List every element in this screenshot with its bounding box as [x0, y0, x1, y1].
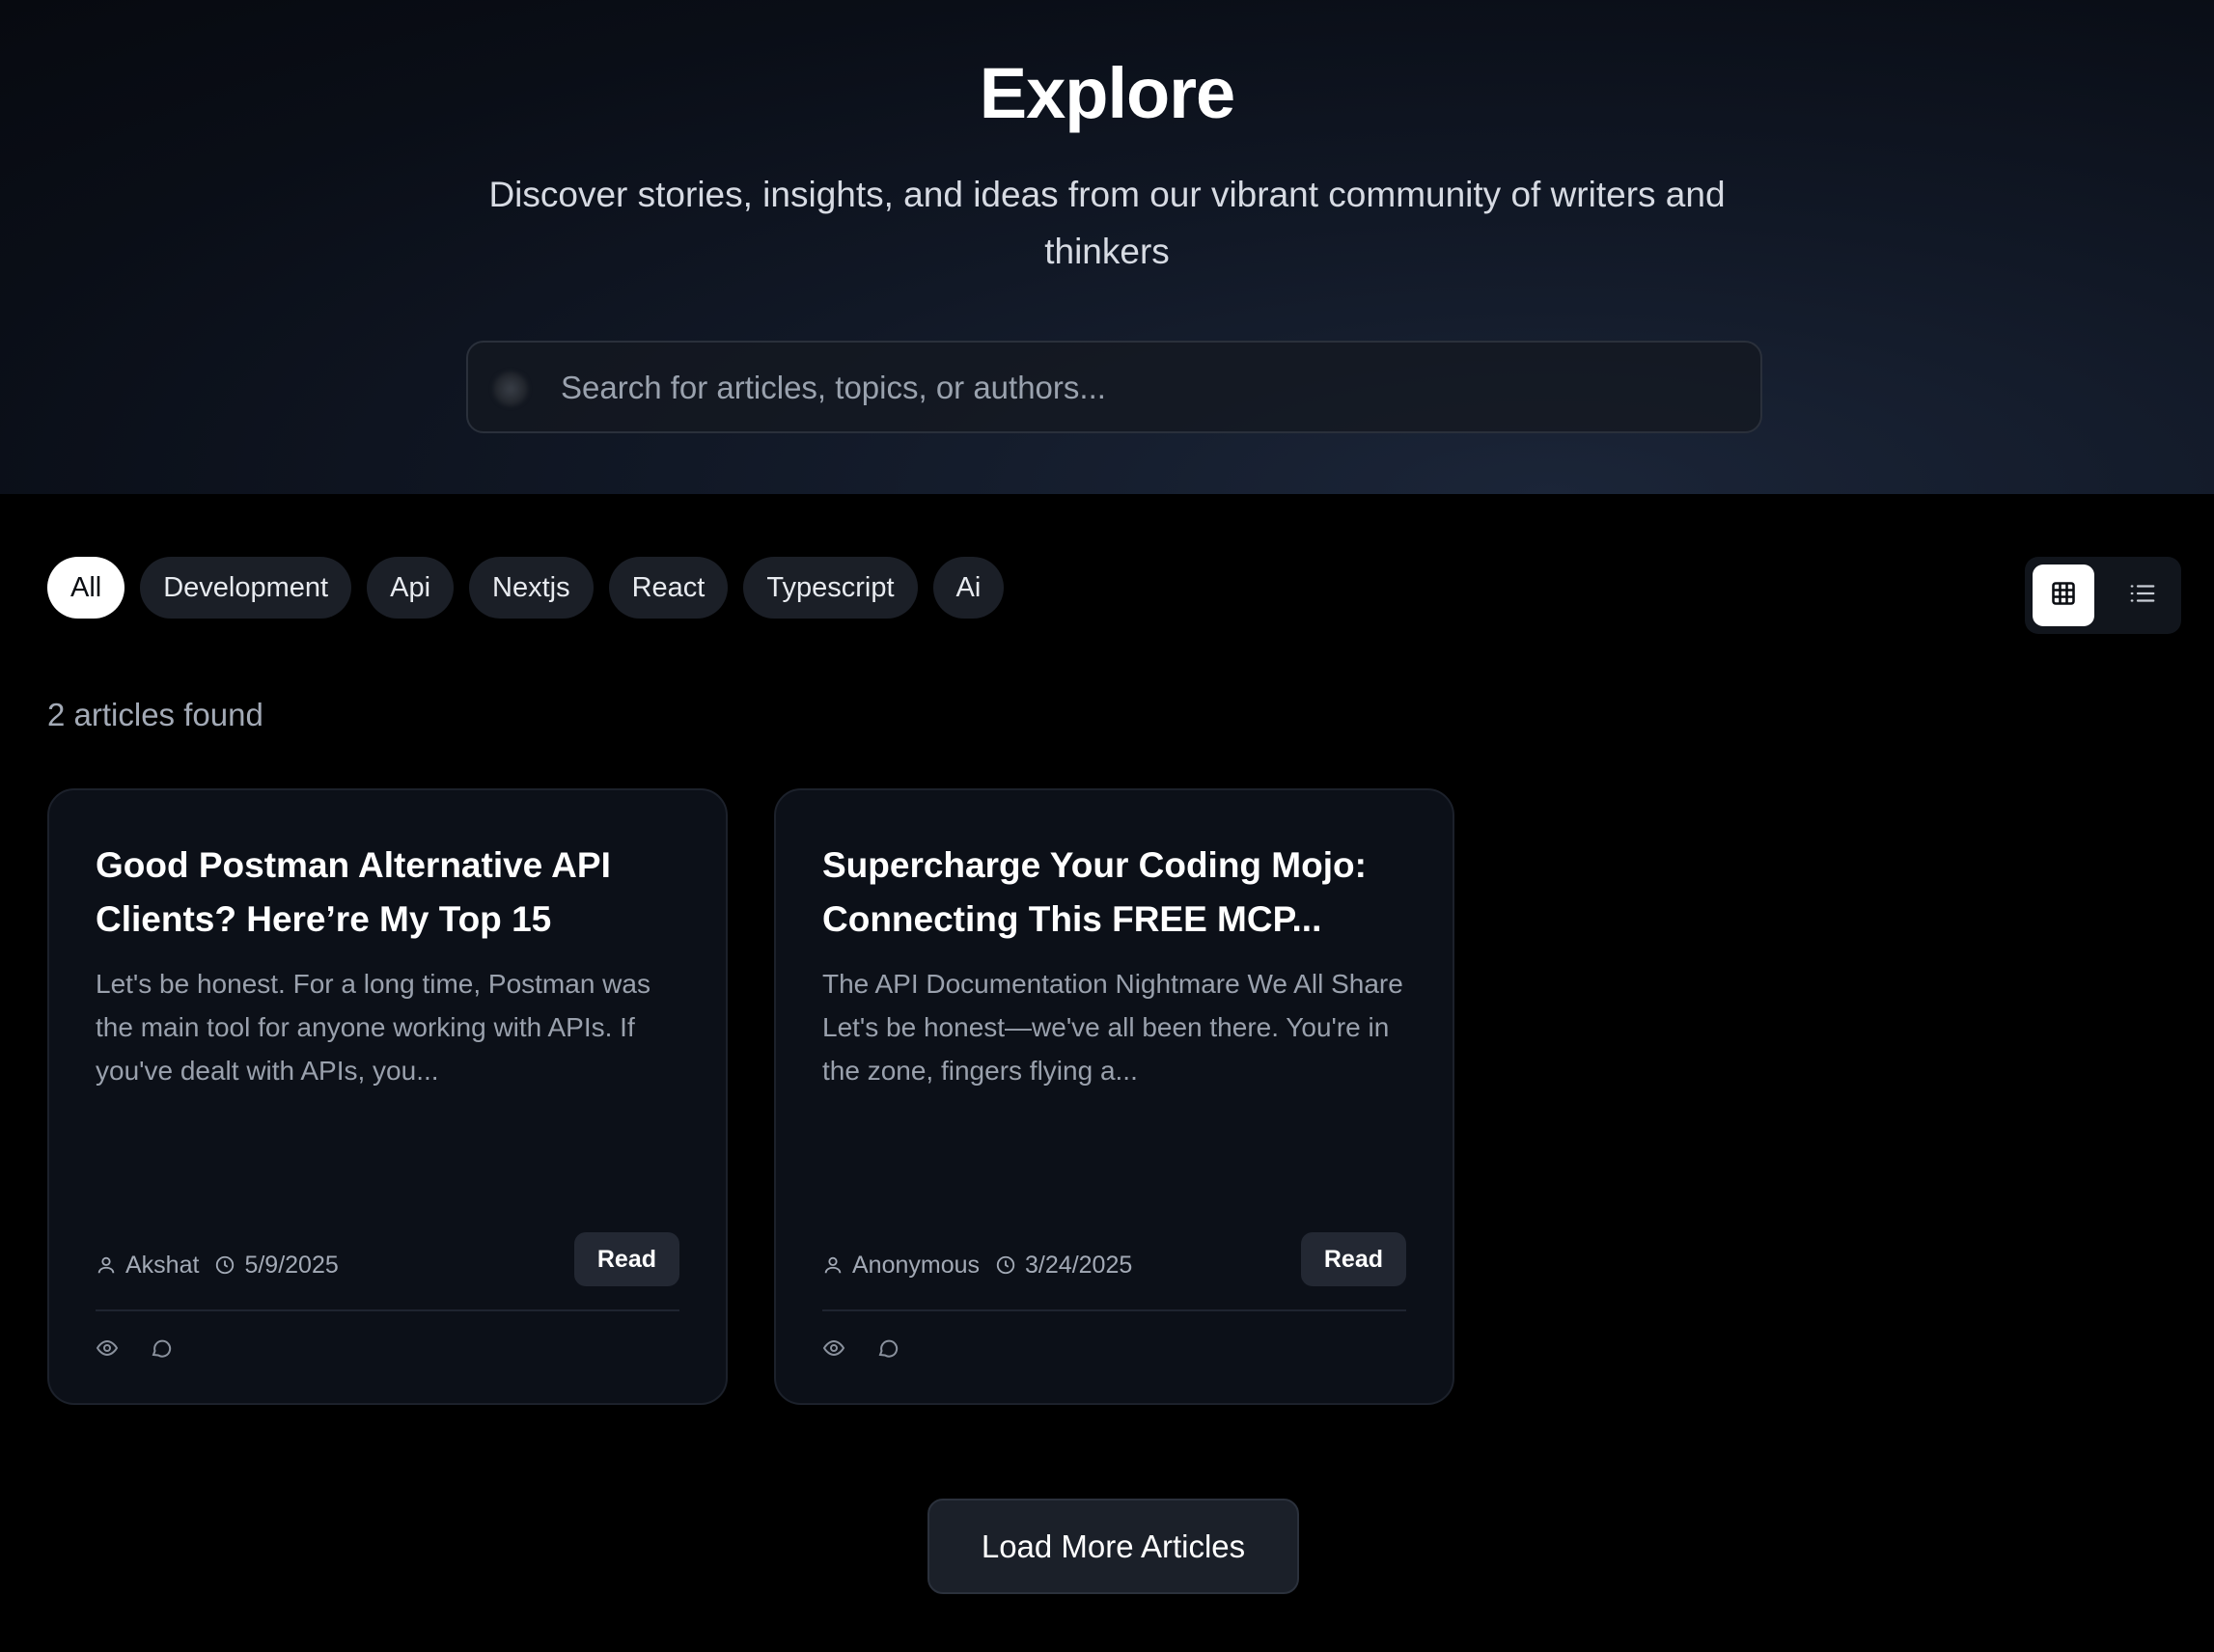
page-subtitle: Discover stories, insights, and ideas fr…	[488, 175, 1726, 271]
clock-icon	[214, 1254, 235, 1276]
filter-chip-api[interactable]: Api	[367, 557, 455, 619]
grid-icon	[2050, 580, 2077, 612]
article-excerpt: The API Documentation Nightmare We All S…	[822, 969, 1403, 1086]
category-filters: All Development Api Nextjs React Typescr…	[47, 557, 1005, 619]
filter-chip-development[interactable]: Development	[140, 557, 352, 619]
article-date: 5/9/2025	[244, 1251, 339, 1279]
read-button[interactable]: Read	[1300, 1232, 1406, 1286]
results-count: 2 articles found	[47, 697, 263, 732]
card-divider	[822, 1309, 1406, 1311]
eye-icon	[822, 1336, 845, 1360]
user-icon	[822, 1254, 844, 1276]
article-author: Anonymous	[852, 1251, 981, 1279]
article-stats	[96, 1336, 173, 1360]
clock-icon	[995, 1254, 1016, 1276]
hero-section: Explore Discover stories, insights, and …	[0, 0, 2214, 494]
article-title[interactable]: Supercharge Your Coding Mojo: Connecting…	[822, 839, 1421, 947]
eye-icon	[96, 1336, 119, 1360]
filter-chip-typescript[interactable]: Typescript	[743, 557, 918, 619]
search-icon	[493, 372, 528, 406]
comment-icon	[150, 1336, 173, 1360]
article-meta: Akshat 5/9/2025	[96, 1248, 339, 1282]
read-button[interactable]: Read	[573, 1232, 679, 1286]
search-bar[interactable]	[466, 341, 1762, 433]
search-input[interactable]	[561, 362, 1738, 414]
article-card[interactable]: Good Postman Alternative API Clients? He…	[47, 788, 728, 1405]
comment-icon	[876, 1336, 899, 1360]
card-divider	[96, 1309, 679, 1311]
article-title[interactable]: Good Postman Alternative API Clients? He…	[96, 839, 694, 947]
article-author: Akshat	[125, 1251, 200, 1279]
filter-chip-react[interactable]: React	[608, 557, 729, 619]
article-stats	[822, 1336, 899, 1360]
filter-chip-nextjs[interactable]: Nextjs	[469, 557, 594, 619]
grid-view-button[interactable]	[2033, 564, 2094, 626]
list-view-button[interactable]	[2112, 564, 2173, 626]
user-icon	[96, 1254, 117, 1276]
filter-chip-all[interactable]: All	[47, 557, 125, 619]
list-icon	[2128, 579, 2157, 613]
article-excerpt: Let's be honest. For a long time, Postma…	[96, 969, 650, 1086]
view-toggle	[2025, 557, 2181, 634]
article-card[interactable]: Supercharge Your Coding Mojo: Connecting…	[774, 788, 1454, 1405]
page-title: Explore	[979, 53, 1235, 133]
filter-chip-ai[interactable]: Ai	[932, 557, 1005, 619]
article-date: 3/24/2025	[1025, 1251, 1133, 1279]
load-more-button[interactable]: Load More Articles	[927, 1499, 1299, 1594]
article-meta: Anonymous 3/24/2025	[822, 1248, 1132, 1282]
